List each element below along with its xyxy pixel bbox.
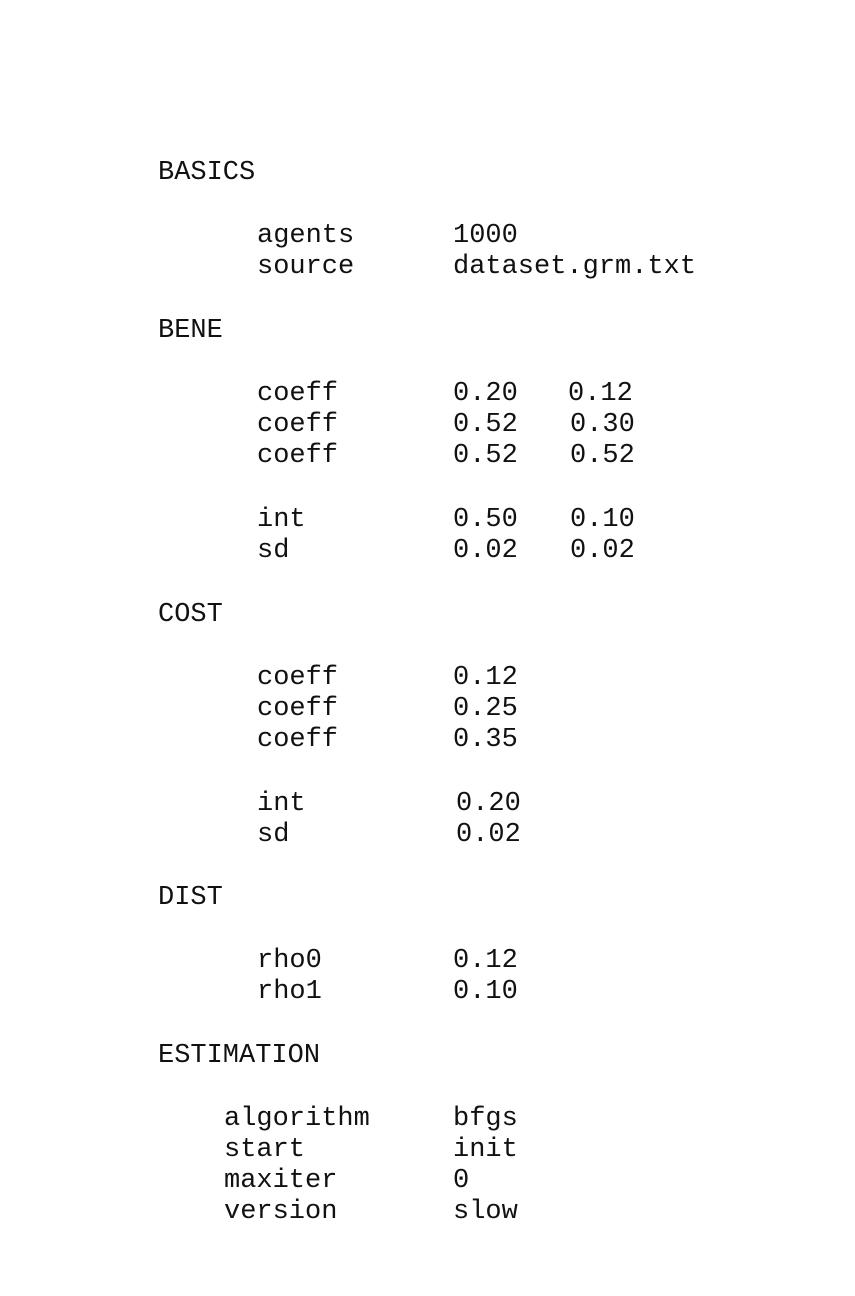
bene-value-untreated: 0.12 xyxy=(568,379,633,409)
section-heading-estimation: ESTIMATION xyxy=(158,1041,321,1071)
bene-value-untreated: 0.52 xyxy=(570,441,635,471)
bene-key: sd xyxy=(257,536,290,566)
dist-key-rho0: rho0 xyxy=(257,946,322,976)
bene-key: int xyxy=(257,505,306,535)
estimation-key-maxiter: maxiter xyxy=(224,1166,338,1196)
bene-value-untreated: 0.02 xyxy=(570,536,635,566)
estimation-value-maxiter: 0 xyxy=(453,1166,470,1196)
section-heading-basics: BASICS xyxy=(158,158,256,188)
cost-key: coeff xyxy=(257,694,339,724)
cost-key: coeff xyxy=(257,725,339,755)
cost-value: 0.02 xyxy=(456,820,521,850)
estimation-value-start: init xyxy=(453,1135,518,1165)
dist-value-rho1: 0.10 xyxy=(453,977,518,1007)
bene-key: coeff xyxy=(257,441,339,471)
cost-key: sd xyxy=(257,820,290,850)
bene-value-treated: 0.52 xyxy=(453,410,518,440)
estimation-key-version: version xyxy=(224,1197,338,1227)
basics-key-source: source xyxy=(257,252,355,282)
cost-key: int xyxy=(257,789,306,819)
estimation-key-start: start xyxy=(224,1135,306,1165)
bene-value-treated: 0.20 xyxy=(453,379,518,409)
cost-value: 0.20 xyxy=(456,789,521,819)
cost-value: 0.35 xyxy=(453,725,518,755)
init-file-document: BASICS agents 1000 source dataset.grm.tx… xyxy=(0,0,855,1296)
basics-value-source: dataset.grm.txt xyxy=(453,252,697,282)
bene-value-treated: 0.52 xyxy=(453,441,518,471)
bene-key: coeff xyxy=(257,379,339,409)
cost-value: 0.25 xyxy=(453,694,518,724)
bene-key: coeff xyxy=(257,410,339,440)
cost-value: 0.12 xyxy=(453,663,518,693)
bene-value-untreated: 0.10 xyxy=(570,505,635,535)
dist-value-rho0: 0.12 xyxy=(453,946,518,976)
section-heading-dist: DIST xyxy=(158,883,223,913)
section-heading-cost: COST xyxy=(158,600,223,630)
estimation-key-algorithm: algorithm xyxy=(224,1104,370,1134)
dist-key-rho1: rho1 xyxy=(257,977,322,1007)
section-heading-bene: BENE xyxy=(158,316,223,346)
bene-value-treated: 0.50 xyxy=(453,505,518,535)
basics-value-agents: 1000 xyxy=(453,221,518,251)
bene-value-treated: 0.02 xyxy=(453,536,518,566)
estimation-value-version: slow xyxy=(453,1197,518,1227)
estimation-value-algorithm: bfgs xyxy=(453,1104,518,1134)
bene-value-untreated: 0.30 xyxy=(570,410,635,440)
cost-key: coeff xyxy=(257,663,339,693)
basics-key-agents: agents xyxy=(257,221,355,251)
